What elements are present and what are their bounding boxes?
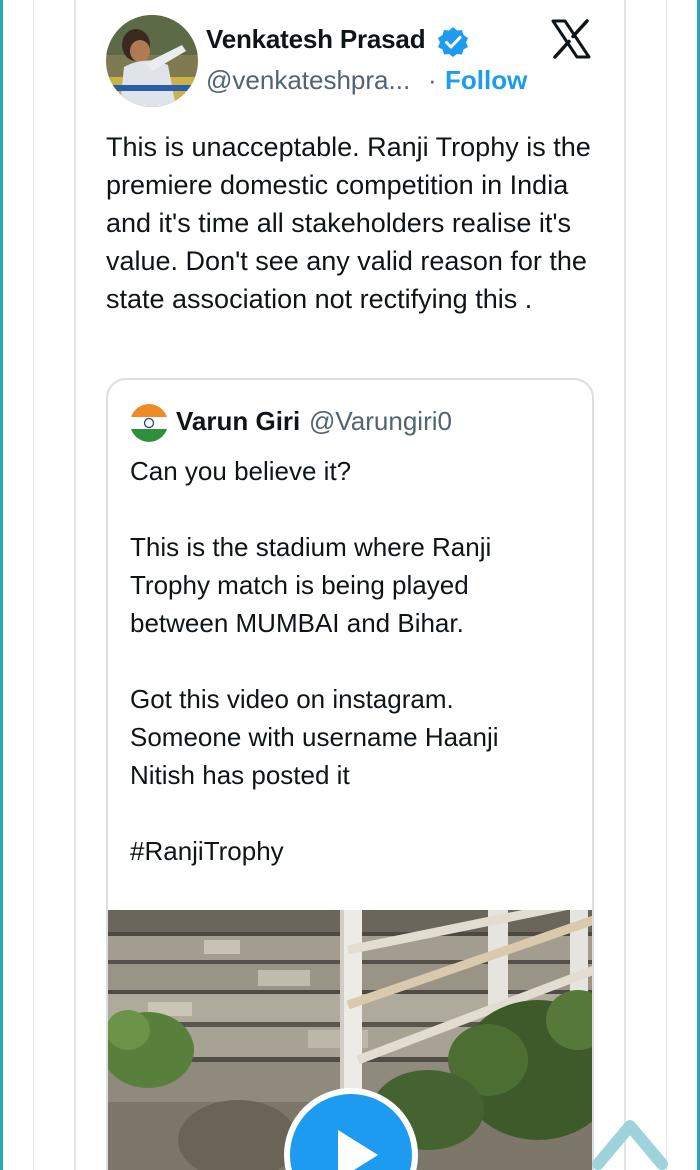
quoted-tweet-card[interactable]: Varun Giri @Varungiri0 Can you believe i… — [106, 378, 594, 1170]
x-logo-icon[interactable] — [550, 18, 592, 60]
quoted-author-avatar[interactable] — [130, 404, 168, 442]
screen-edge-left — [0, 0, 3, 1170]
tweet-text: This is unacceptable. Ranji Trophy is th… — [106, 132, 591, 314]
author-handle[interactable]: @venkateshpra... — [206, 65, 410, 96]
quoted-tweet-text: Can you believe it? This is the stadium … — [130, 456, 499, 866]
chevron-up-icon[interactable] — [590, 1112, 670, 1170]
separator-dot: · — [428, 65, 437, 95]
video-thumbnail[interactable] — [108, 910, 592, 1170]
verified-badge-icon — [438, 27, 468, 57]
follow-button[interactable]: Follow — [445, 65, 527, 96]
author-name[interactable]: Venkatesh Prasad — [206, 24, 426, 55]
author-avatar[interactable] — [106, 15, 198, 107]
quoted-author-handle[interactable]: @Varungiri0 — [309, 406, 452, 437]
play-icon — [338, 1130, 378, 1170]
quoted-author-name[interactable]: Varun Giri — [176, 406, 300, 437]
